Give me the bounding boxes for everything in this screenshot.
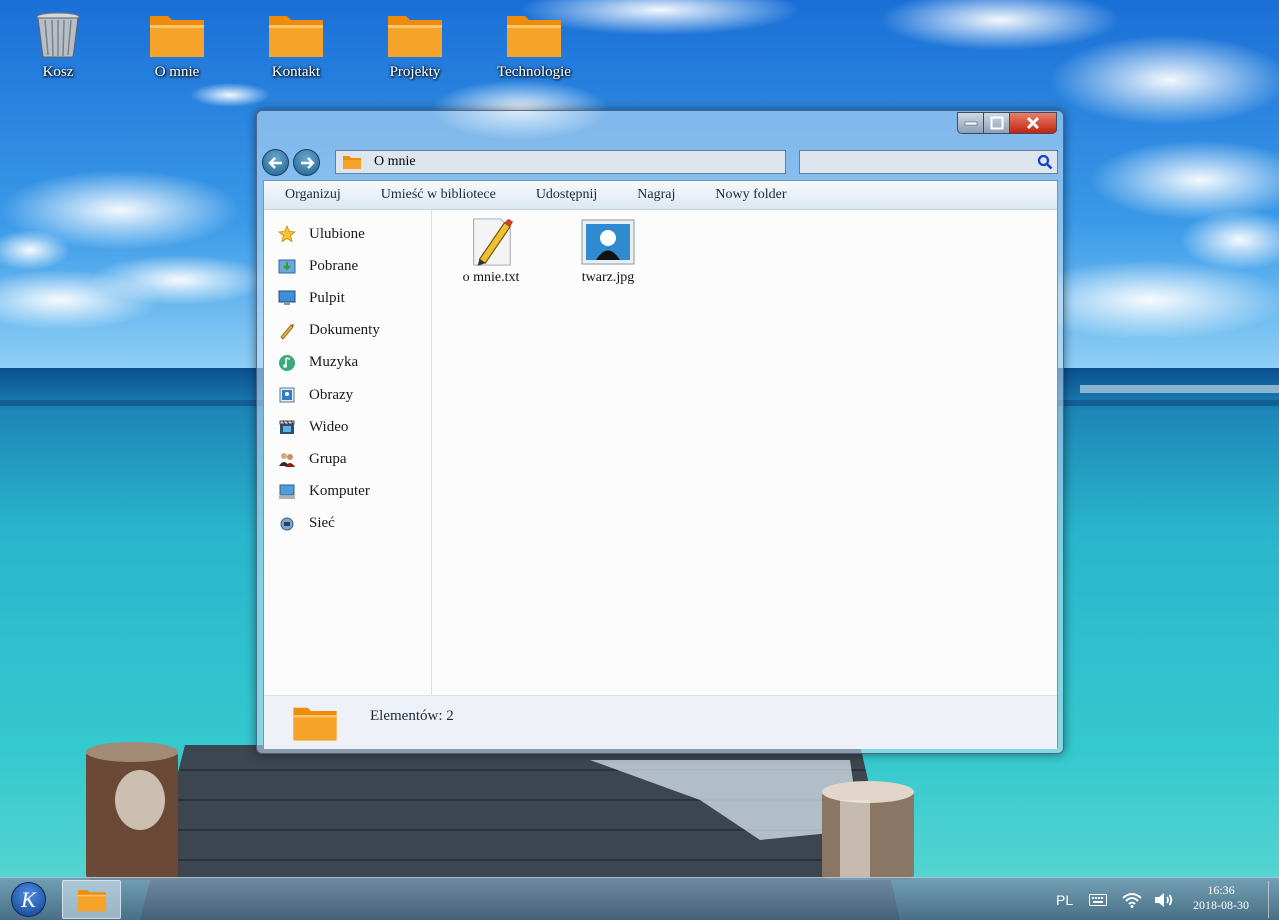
minimize-button[interactable] xyxy=(957,112,984,134)
sidebar-item-label: Komputer xyxy=(309,483,370,500)
clock[interactable]: 16:36 2018-08-30 xyxy=(1191,883,1251,913)
desktop-icon-recycle-bin[interactable]: Kosz xyxy=(8,10,108,81)
sidebar-item-group[interactable]: Grupa xyxy=(264,443,431,475)
desktop-icon-label: Kontakt xyxy=(271,64,321,80)
folder-icon xyxy=(388,16,442,57)
keyboard-icon xyxy=(1089,893,1107,906)
sidebar-item-label: Dokumenty xyxy=(309,322,380,339)
sidebar-item-network[interactable]: Sieć xyxy=(264,508,431,540)
taskbar-explorer-button[interactable] xyxy=(62,880,121,919)
maximize-icon xyxy=(990,116,1003,130)
explorer-window: O mnie Organizuj Umieść w bibliotece Udo… xyxy=(256,110,1064,754)
network-icon xyxy=(277,514,297,534)
sidebar-item-label: Pulpit xyxy=(309,289,345,306)
item-count: Elementów: 2 xyxy=(370,708,454,724)
recycle-bin-icon xyxy=(36,12,80,58)
desktop-icon-o-mnie[interactable]: O mnie xyxy=(127,10,227,81)
sidebar-item-documents[interactable]: Dokumenty xyxy=(264,315,431,347)
documents-icon xyxy=(277,321,297,341)
close-icon xyxy=(1026,116,1040,130)
search-box xyxy=(799,150,1058,174)
desktop-icon-technologie[interactable]: Technologie xyxy=(484,10,584,81)
wifi-button[interactable] xyxy=(1122,878,1142,920)
desktop-icon-label: O mnie xyxy=(154,64,200,80)
group-icon xyxy=(277,449,297,469)
image-file-icon xyxy=(581,219,635,265)
folder-icon xyxy=(269,16,323,57)
burn-button[interactable]: Nagraj xyxy=(617,181,695,210)
desktop-icon-label: Projekty xyxy=(389,64,441,80)
sidebar-item-label: Wideo xyxy=(309,418,349,435)
keyboard-button[interactable] xyxy=(1089,878,1107,920)
sidebar-item-downloads[interactable]: Pobrane xyxy=(264,250,431,282)
forward-button[interactable] xyxy=(293,149,320,176)
command-toolbar: Organizuj Umieść w bibliotece Udostępnij… xyxy=(264,181,1057,210)
folder-icon xyxy=(77,889,106,911)
search-icon[interactable] xyxy=(1037,154,1053,170)
close-button[interactable] xyxy=(1010,112,1057,134)
window-controls xyxy=(957,112,1057,134)
address-bar[interactable]: O mnie xyxy=(335,150,786,174)
volume-icon xyxy=(1155,892,1173,907)
desktop-icon xyxy=(277,288,297,308)
maximize-button[interactable] xyxy=(984,112,1010,134)
language-indicator[interactable]: PL xyxy=(1056,878,1073,920)
arrow-left-icon xyxy=(267,156,282,169)
sidebar-item-label: Pobrane xyxy=(309,257,359,274)
sidebar-item-label: Ulubione xyxy=(309,225,365,242)
computer-icon xyxy=(277,482,297,502)
folder-icon xyxy=(343,156,361,169)
file-name: twarz.jpg xyxy=(581,270,635,285)
file-name: o mnie.txt xyxy=(462,270,520,285)
desktop-icon-projekty[interactable]: Projekty xyxy=(365,10,465,81)
start-button[interactable]: K xyxy=(11,882,46,917)
file-list: o mnie.txt twarz.jpg xyxy=(433,210,1057,695)
clock-time: 16:36 xyxy=(1207,883,1235,897)
language-label: PL xyxy=(1056,891,1074,908)
address-text: O mnie xyxy=(374,154,416,169)
folder-icon xyxy=(150,16,204,57)
file-item-image[interactable]: twarz.jpg xyxy=(558,217,658,286)
sidebar-item-pictures[interactable]: Obrazy xyxy=(264,379,431,411)
sidebar-item-label: Sieć xyxy=(309,515,335,532)
wifi-icon xyxy=(1122,892,1142,908)
desktop-icon-kontakt[interactable]: Kontakt xyxy=(246,10,346,81)
minimize-icon xyxy=(964,121,977,126)
sidebar-item-computer[interactable]: Komputer xyxy=(264,476,431,508)
sidebar-item-desktop[interactable]: Pulpit xyxy=(264,282,431,314)
arrow-right-icon xyxy=(300,156,315,169)
clock-date: 2018-08-30 xyxy=(1193,898,1249,912)
volume-button[interactable] xyxy=(1154,878,1174,920)
music-icon xyxy=(277,353,297,373)
folder-icon xyxy=(293,707,337,741)
organize-button[interactable]: Organizuj xyxy=(264,181,361,210)
sidebar-item-music[interactable]: Muzyka xyxy=(264,347,431,379)
desktop-icon-label: Kosz xyxy=(42,64,74,80)
show-desktop-button[interactable] xyxy=(1268,881,1269,918)
download-icon xyxy=(277,256,297,276)
video-icon xyxy=(277,417,297,437)
sidebar-item-favorites[interactable]: Ulubione xyxy=(264,218,431,250)
sidebar-item-label: Obrazy xyxy=(309,386,354,403)
navigation-pane: Ulubione Pobrane Pulpit Dokumenty Muzyka… xyxy=(264,210,432,695)
file-item-text[interactable]: o mnie.txt xyxy=(441,217,541,286)
pictures-icon xyxy=(277,385,297,405)
share-button[interactable]: Udostępnij xyxy=(516,181,617,210)
desktop-icon-label: Technologie xyxy=(497,64,571,80)
add-to-library-button[interactable]: Umieść w bibliotece xyxy=(361,181,516,210)
sidebar-item-label: Grupa xyxy=(309,450,347,467)
search-input[interactable] xyxy=(800,151,1036,173)
folder-icon xyxy=(507,16,561,57)
explorer-body: Organizuj Umieść w bibliotece Udostępnij… xyxy=(263,180,1058,749)
text-file-icon xyxy=(473,218,514,267)
start-label: K xyxy=(21,886,36,912)
sidebar-item-video[interactable]: Wideo xyxy=(264,411,431,443)
address-row: O mnie xyxy=(262,148,1058,176)
taskbar: K PL 16:36 2018-08-30 xyxy=(0,877,1279,920)
sidebar-item-label: Muzyka xyxy=(309,354,359,371)
star-icon xyxy=(277,224,297,244)
new-folder-button[interactable]: Nowy folder xyxy=(695,181,806,210)
status-bar: Elementów: 2 xyxy=(264,695,1057,749)
back-button[interactable] xyxy=(262,149,289,176)
